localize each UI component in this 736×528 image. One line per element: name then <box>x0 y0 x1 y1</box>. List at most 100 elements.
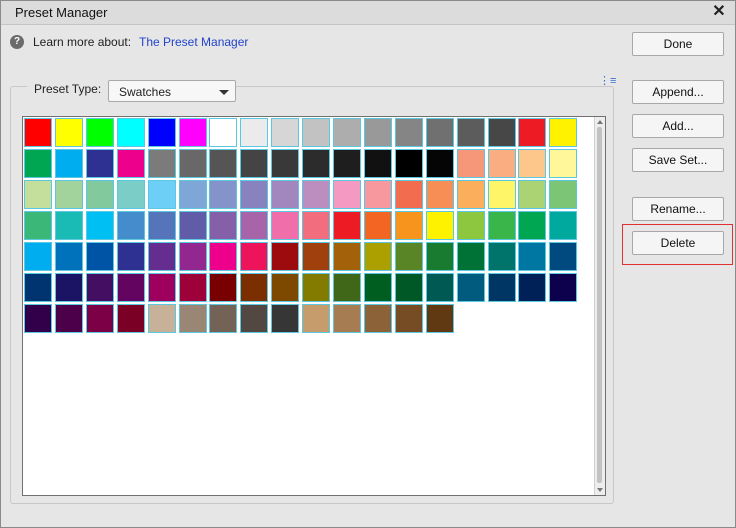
swatch[interactable] <box>24 180 52 209</box>
delete-button[interactable]: Delete <box>632 231 724 255</box>
swatch[interactable] <box>333 304 361 333</box>
swatch[interactable] <box>116 273 145 302</box>
swatch[interactable] <box>85 118 114 147</box>
swatch[interactable] <box>24 211 52 240</box>
close-icon[interactable]: ✕ <box>709 2 729 22</box>
list-menu-icon[interactable]: ⋮≡ <box>599 74 616 87</box>
swatch[interactable] <box>271 118 300 147</box>
swatch[interactable] <box>302 149 331 178</box>
swatch[interactable] <box>24 149 52 178</box>
swatch[interactable] <box>54 180 83 209</box>
swatch[interactable] <box>147 304 176 333</box>
swatch[interactable] <box>394 242 423 271</box>
swatch[interactable] <box>518 149 547 178</box>
swatch[interactable] <box>116 149 145 178</box>
swatch[interactable] <box>147 242 176 271</box>
swatch[interactable] <box>209 118 238 147</box>
swatch[interactable] <box>209 180 238 209</box>
swatch[interactable] <box>518 242 547 271</box>
swatch[interactable] <box>425 180 454 209</box>
swatch[interactable] <box>54 149 83 178</box>
swatch[interactable] <box>425 118 454 147</box>
swatch[interactable] <box>333 149 361 178</box>
swatch[interactable] <box>456 242 485 271</box>
swatch[interactable] <box>487 211 516 240</box>
swatch[interactable] <box>549 180 578 209</box>
swatch[interactable] <box>487 242 516 271</box>
add-button[interactable]: Add... <box>632 114 724 138</box>
swatch[interactable] <box>85 242 114 271</box>
swatch[interactable] <box>302 273 331 302</box>
swatch[interactable] <box>394 118 423 147</box>
swatch[interactable] <box>54 304 83 333</box>
scroll-down-icon[interactable] <box>597 488 603 492</box>
swatch[interactable] <box>518 118 547 147</box>
swatch[interactable] <box>333 118 361 147</box>
swatch[interactable] <box>302 118 331 147</box>
swatch[interactable] <box>209 242 238 271</box>
swatch[interactable] <box>54 211 83 240</box>
swatch[interactable] <box>333 242 361 271</box>
swatch[interactable] <box>487 118 516 147</box>
swatch[interactable] <box>209 304 238 333</box>
swatch[interactable] <box>85 180 114 209</box>
swatch[interactable] <box>425 242 454 271</box>
swatch[interactable] <box>54 118 83 147</box>
done-button[interactable]: Done <box>632 32 724 56</box>
swatch[interactable] <box>147 211 176 240</box>
swatch[interactable] <box>24 273 52 302</box>
swatch[interactable] <box>178 242 207 271</box>
swatch[interactable] <box>240 211 269 240</box>
swatch[interactable] <box>333 211 361 240</box>
swatch[interactable] <box>363 118 392 147</box>
swatch[interactable] <box>549 118 578 147</box>
swatch[interactable] <box>518 180 547 209</box>
swatch[interactable] <box>425 273 454 302</box>
swatch[interactable] <box>85 211 114 240</box>
swatch[interactable] <box>518 211 547 240</box>
swatch[interactable] <box>487 273 516 302</box>
swatch[interactable] <box>240 118 269 147</box>
swatch[interactable] <box>178 211 207 240</box>
swatch[interactable] <box>85 304 114 333</box>
swatch[interactable] <box>456 149 485 178</box>
scroll-thumb[interactable] <box>597 127 602 483</box>
swatch[interactable] <box>394 304 423 333</box>
swatch[interactable] <box>116 211 145 240</box>
swatch[interactable] <box>271 180 300 209</box>
swatch[interactable] <box>456 118 485 147</box>
swatch[interactable] <box>363 242 392 271</box>
swatch[interactable] <box>240 180 269 209</box>
swatch[interactable] <box>333 273 361 302</box>
swatch[interactable] <box>116 242 145 271</box>
swatch[interactable] <box>425 304 454 333</box>
swatch[interactable] <box>549 242 578 271</box>
swatch[interactable] <box>240 149 269 178</box>
swatch[interactable] <box>549 211 578 240</box>
swatch[interactable] <box>394 180 423 209</box>
swatch[interactable] <box>147 180 176 209</box>
swatch[interactable] <box>363 273 392 302</box>
swatch[interactable] <box>456 211 485 240</box>
swatch[interactable] <box>85 149 114 178</box>
swatch[interactable] <box>363 211 392 240</box>
swatch[interactable] <box>363 304 392 333</box>
swatch[interactable] <box>518 273 547 302</box>
swatch[interactable] <box>302 304 331 333</box>
swatch[interactable] <box>425 211 454 240</box>
swatch[interactable] <box>302 242 331 271</box>
swatch[interactable] <box>363 149 392 178</box>
scroll-up-icon[interactable] <box>597 120 603 124</box>
swatch[interactable] <box>54 273 83 302</box>
swatch[interactable] <box>240 304 269 333</box>
swatch[interactable] <box>271 304 300 333</box>
swatch[interactable] <box>363 180 392 209</box>
swatch[interactable] <box>302 180 331 209</box>
swatch[interactable] <box>24 304 52 333</box>
swatch[interactable] <box>24 242 52 271</box>
swatch[interactable] <box>271 211 300 240</box>
swatch[interactable] <box>147 273 176 302</box>
swatch[interactable] <box>178 149 207 178</box>
preset-type-dropdown[interactable]: Swatches <box>108 80 236 102</box>
swatch[interactable] <box>456 180 485 209</box>
